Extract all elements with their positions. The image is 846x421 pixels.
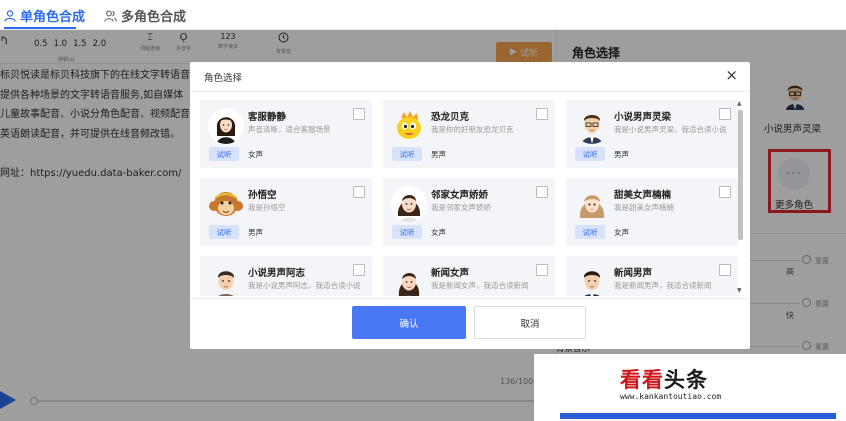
person-icon (4, 9, 16, 22)
news-man-avatar-icon (574, 264, 610, 296)
role-description: 我是孙悟空 (248, 203, 286, 212)
role-description: 我是你的好朋友恐龙贝克 (431, 125, 514, 134)
glasses-man-avatar-icon (574, 108, 610, 144)
role-gender: 女声 (431, 228, 446, 237)
tab-multi-role-label: 多角色合成 (121, 10, 187, 25)
role-name: 邻家女声娇娇 (431, 190, 489, 201)
role-try-button[interactable]: 试听 (392, 147, 422, 161)
role-checkbox[interactable] (719, 186, 731, 198)
role-checkbox[interactable] (719, 108, 731, 120)
role-select-dialog: 角色选择 × 客服静静 声音清晰，适合客服场景 试听 女声 恐龙贝克 我是你的好… (190, 62, 750, 349)
role-card[interactable]: 恐龙贝克 我是你的好朋友恐龙贝克 试听 男声 (383, 100, 555, 168)
role-card[interactable]: 新闻男声 我是新闻男声，我适合读新闻 (566, 256, 738, 296)
dialog-footer-divider (190, 298, 750, 299)
role-checkbox[interactable] (536, 108, 548, 120)
active-tab-indicator (4, 27, 76, 29)
role-name: 小说男声灵梁 (614, 112, 672, 123)
role-name: 孙悟空 (248, 190, 277, 201)
man-avatar-icon (208, 264, 244, 296)
role-name: 小说男声阿志 (248, 268, 306, 279)
role-name: 新闻男声 (614, 268, 653, 279)
role-gender: 男声 (614, 150, 629, 159)
watermark-red-text: 看看 (620, 368, 664, 392)
role-description: 我是小说男声阿志，我适合读小说 (248, 281, 361, 290)
dialog-title: 角色选择 (204, 73, 243, 84)
role-try-button[interactable]: 试听 (575, 147, 605, 161)
role-checkbox[interactable] (536, 186, 548, 198)
role-card[interactable]: 新闻女声 我是新闻女声，我适合读新闻 (383, 256, 555, 296)
scroll-down-arrow[interactable]: ▼ (737, 287, 742, 294)
role-card[interactable]: 邻家女声娇娇 我是邻家女声娇娇 试听 女声 (383, 178, 555, 246)
role-checkbox[interactable] (353, 264, 365, 276)
role-description: 我是小说男声灵梁，我适合读小说 (614, 125, 727, 134)
role-description: 我是新闻女声，我适合读新闻 (431, 281, 529, 290)
role-description: 我是甜美女声楠楠 (614, 203, 674, 212)
tab-single-role[interactable]: 单角色合成 (4, 6, 85, 25)
watermark-bar (560, 413, 836, 419)
role-grid: 客服静静 声音清晰，适合客服场景 试听 女声 恐龙贝克 我是你的好朋友恐龙贝克 … (200, 100, 740, 296)
tab-multi-role[interactable]: 多角色合成 (104, 6, 186, 25)
news-woman-avatar-icon (391, 264, 427, 296)
role-checkbox[interactable] (353, 186, 365, 198)
role-name: 新闻女声 (431, 268, 470, 279)
confirm-button[interactable]: 确认 (352, 306, 466, 339)
scrollbar-thumb[interactable] (738, 110, 743, 240)
role-card[interactable]: 甜美女声楠楠 我是甜美女声楠楠 试听 女声 (566, 178, 738, 246)
role-try-button[interactable]: 试听 (392, 225, 422, 239)
people-icon (104, 10, 117, 22)
watermark-url: www.kankantoutiao.com (620, 392, 722, 401)
watermark-dark-text: 头条 (664, 368, 708, 392)
role-gender: 女声 (248, 150, 263, 159)
watermark-logo: 看看头条 (620, 364, 708, 394)
role-description: 声音清晰，适合客服场景 (248, 125, 331, 134)
sweet-girl-avatar-icon (574, 186, 610, 222)
scroll-up-arrow[interactable]: ▲ (737, 100, 742, 107)
cancel-button[interactable]: 取消 (474, 306, 586, 339)
role-card[interactable]: 孙悟空 我是孙悟空 试听 男声 (200, 178, 372, 246)
role-checkbox[interactable] (353, 108, 365, 120)
woman-avatar-icon (208, 108, 244, 144)
role-description: 我是新闻男声，我适合读新闻 (614, 281, 712, 290)
role-card[interactable]: 客服静静 声音清晰，适合客服场景 试听 女声 (200, 100, 372, 168)
role-name: 甜美女声楠楠 (614, 190, 672, 201)
role-name: 客服静静 (248, 112, 287, 123)
close-icon[interactable]: × (725, 66, 738, 84)
dialog-header-divider (190, 91, 750, 92)
role-card[interactable]: 小说男声阿志 我是小说男声阿志，我适合读小说 (200, 256, 372, 296)
role-try-button[interactable]: 试听 (209, 147, 239, 161)
role-gender: 男声 (431, 150, 446, 159)
monkey-avatar-icon (208, 186, 244, 222)
role-description: 我是邻家女声娇娇 (431, 203, 491, 212)
girl-avatar-icon (391, 186, 427, 222)
tab-bar: 单角色合成 多角色合成 (0, 0, 846, 30)
role-checkbox[interactable] (536, 264, 548, 276)
role-gender: 男声 (248, 228, 263, 237)
tab-single-role-label: 单角色合成 (20, 10, 86, 25)
role-try-button[interactable]: 试听 (575, 225, 605, 239)
role-card[interactable]: 小说男声灵梁 我是小说男声灵梁，我适合读小说 试听 男声 (566, 100, 738, 168)
role-name: 恐龙贝克 (431, 112, 470, 123)
role-gender: 女声 (614, 228, 629, 237)
role-try-button[interactable]: 试听 (209, 225, 239, 239)
role-checkbox[interactable] (719, 264, 731, 276)
dinosaur-avatar-icon (391, 108, 427, 144)
